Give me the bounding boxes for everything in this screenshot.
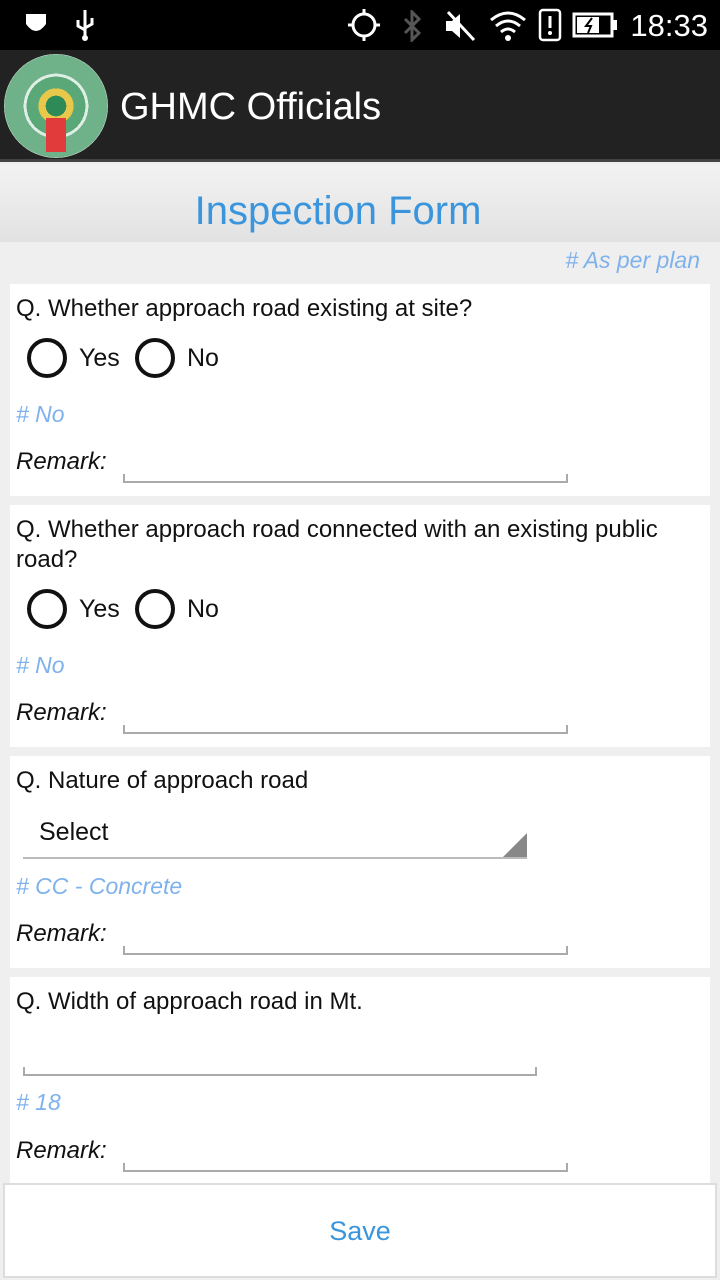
answer-hint: # No bbox=[16, 401, 65, 427]
question-text: road? bbox=[16, 546, 78, 573]
answer-hint: # 18 bbox=[16, 1089, 61, 1115]
app-title: GHMC Officials bbox=[120, 86, 382, 128]
radio-label: No bbox=[187, 595, 219, 623]
width-input[interactable] bbox=[23, 1067, 537, 1076]
answer-hint: # No bbox=[16, 652, 65, 678]
save-button[interactable]: Save bbox=[3, 1183, 717, 1278]
shield-icon bbox=[26, 14, 46, 31]
remark-input[interactable] bbox=[123, 1163, 568, 1172]
question-card: Q. Whether approach road existing at sit… bbox=[10, 284, 710, 496]
clock: 18:33 bbox=[630, 8, 708, 43]
form-header: Inspection Form bbox=[0, 165, 720, 242]
question-text: Q. Nature of approach road bbox=[16, 767, 309, 794]
remark-input[interactable] bbox=[123, 725, 568, 734]
usb-icon bbox=[76, 10, 94, 41]
bluetooth-icon bbox=[403, 10, 422, 42]
remark-label: Remark: bbox=[16, 1137, 107, 1164]
road-nature-select[interactable]: Select bbox=[23, 806, 527, 859]
radio-yes[interactable] bbox=[27, 338, 67, 378]
radio-label: Yes bbox=[79, 595, 120, 623]
wifi-icon bbox=[490, 11, 526, 41]
battery-charging-icon bbox=[572, 12, 617, 38]
radio-no[interactable] bbox=[135, 589, 175, 629]
plan-hint: # As per plan bbox=[565, 247, 700, 273]
question-card: Q. Nature of approach road Select # CC -… bbox=[10, 756, 710, 968]
radio-label: Yes bbox=[79, 344, 120, 372]
question-text: Q. Whether approach road existing at sit… bbox=[16, 295, 473, 322]
remark-label: Remark: bbox=[16, 699, 107, 726]
status-bar: 18:33 bbox=[0, 0, 720, 50]
question-card: Q. Width of approach road in Mt. # 18 Re… bbox=[10, 977, 710, 1183]
dropdown-arrow-icon bbox=[503, 833, 527, 857]
radio-no[interactable] bbox=[135, 338, 175, 378]
gps-icon bbox=[348, 9, 380, 41]
select-value: Select bbox=[39, 818, 109, 846]
remark-input[interactable] bbox=[123, 946, 568, 955]
remark-label: Remark: bbox=[16, 448, 107, 475]
page-title: Inspection Form bbox=[194, 189, 482, 233]
app-bar: GHMC Officials bbox=[0, 50, 720, 162]
radio-label: No bbox=[187, 344, 219, 372]
question-text: Q. Width of approach road in Mt. bbox=[16, 988, 363, 1015]
ghmc-logo bbox=[4, 54, 108, 158]
answer-hint: # CC - Concrete bbox=[16, 873, 183, 899]
remark-input[interactable] bbox=[123, 474, 568, 483]
radio-yes[interactable] bbox=[27, 589, 67, 629]
mute-icon bbox=[446, 10, 476, 42]
alert-icon bbox=[538, 8, 562, 42]
question-card: Q. Whether approach road connected with … bbox=[10, 505, 710, 747]
remark-label: Remark: bbox=[16, 920, 107, 947]
question-text: Q. Whether approach road connected with … bbox=[16, 516, 658, 543]
